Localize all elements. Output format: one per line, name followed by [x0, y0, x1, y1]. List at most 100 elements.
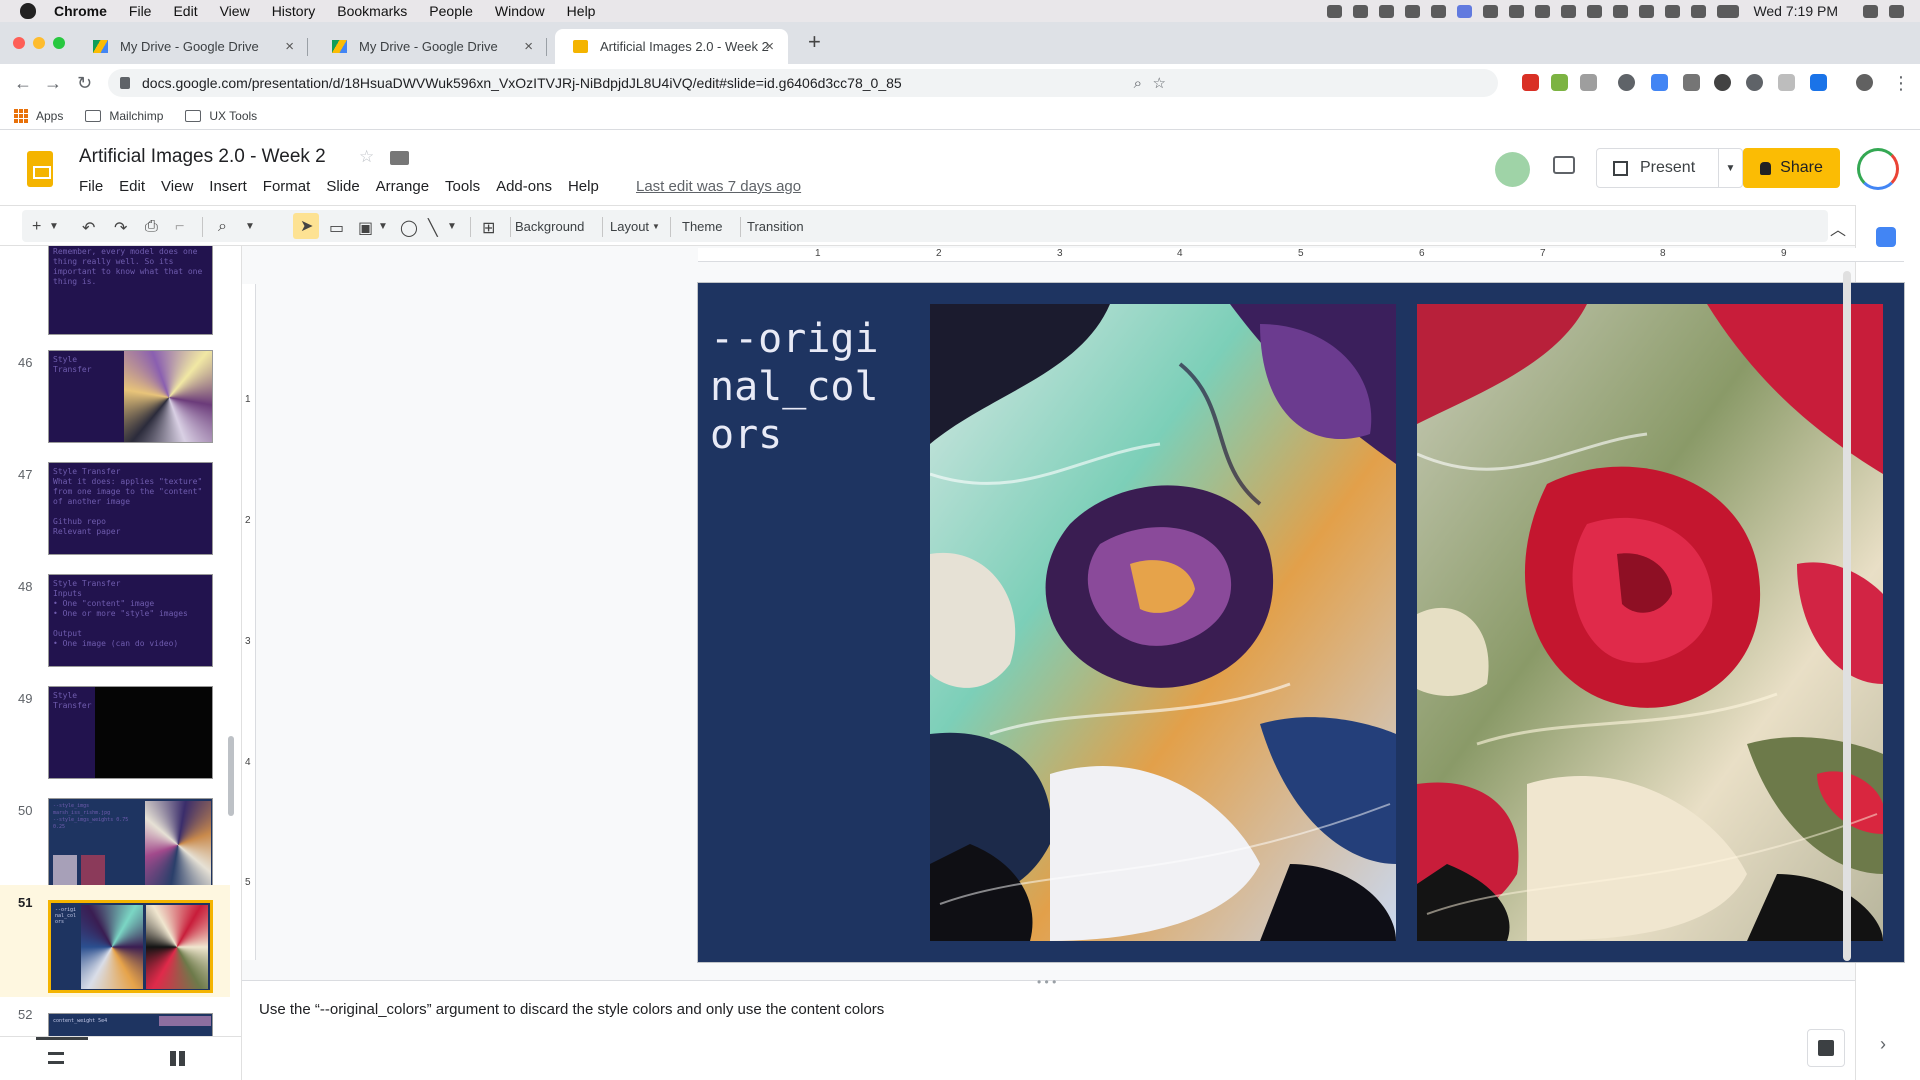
- filmstrip-scrollbar[interactable]: [228, 736, 234, 816]
- extension-pinterest-icon[interactable]: [1746, 74, 1763, 91]
- style-transfer-image-stylized[interactable]: [930, 304, 1396, 941]
- star-icon[interactable]: ☆: [359, 147, 374, 167]
- wifi-icon[interactable]: [1691, 4, 1707, 18]
- collaborator-avatar[interactable]: [1495, 152, 1530, 187]
- new-slide-icon[interactable]: +: [32, 218, 41, 236]
- slide-thumb[interactable]: --style_imgs marsh_iss_rishm.jpg --style…: [48, 798, 213, 891]
- profile-avatar[interactable]: [1856, 74, 1873, 91]
- vertical-ruler[interactable]: 1 2 3 4 5: [242, 284, 256, 960]
- tray-camera-icon[interactable]: [1535, 4, 1551, 18]
- layout-dropdown-icon[interactable]: ▼: [652, 222, 660, 231]
- close-icon[interactable]: ×: [765, 38, 774, 55]
- tray-record-icon[interactable]: [1327, 4, 1343, 18]
- extension-light-icon[interactable]: [1778, 74, 1795, 91]
- back-icon[interactable]: ←: [14, 73, 32, 94]
- slides-logo-icon[interactable]: [27, 151, 53, 187]
- background-button[interactable]: Background: [515, 219, 584, 234]
- new-tab-button[interactable]: +: [808, 29, 821, 55]
- mac-menu-file[interactable]: File: [129, 3, 152, 19]
- slide-thumbnail-48[interactable]: 48 Style Transfer Inputs • One "content"…: [0, 569, 230, 681]
- tray-window-icon[interactable]: [1379, 4, 1395, 18]
- menu-insert[interactable]: Insert: [209, 178, 247, 195]
- bookmark-star-icon[interactable]: ☆: [1153, 74, 1166, 92]
- slide-thumbnail-46[interactable]: 46 Style Transfer: [0, 345, 230, 457]
- mac-menu-people[interactable]: People: [429, 3, 473, 19]
- bookmark-ux-tools[interactable]: UX Tools: [185, 109, 257, 123]
- slide-thumb[interactable]: Style Transfer: [48, 686, 213, 779]
- slide-thumb[interactable]: Remember, every model does one thing rea…: [48, 246, 213, 335]
- tray-globe-icon[interactable]: [1509, 4, 1525, 18]
- tray-circle-icon[interactable]: [1561, 4, 1577, 18]
- layout-button[interactable]: Layout: [610, 219, 649, 234]
- tray-dropbox-icon[interactable]: [1353, 4, 1369, 18]
- slide-thumb-selected[interactable]: --origi nal_col ors: [48, 900, 213, 993]
- theme-button[interactable]: Theme: [682, 219, 722, 234]
- menu-slide[interactable]: Slide: [326, 178, 359, 195]
- speaker-notes[interactable]: • • • Use the “--original_colors” argume…: [242, 975, 1855, 1080]
- undo-icon[interactable]: ↶: [82, 218, 95, 238]
- browser-tab-slides[interactable]: Artificial Images 2.0 - Week 2 ×: [555, 29, 788, 64]
- bookmark-label[interactable]: Apps: [36, 109, 63, 123]
- chrome-menu-icon[interactable]: ⋮: [1892, 73, 1910, 94]
- print-icon[interactable]: ⎙: [145, 218, 158, 236]
- new-slide-dropdown-icon[interactable]: ▼: [49, 221, 59, 232]
- window-minimize-button[interactable]: [33, 37, 45, 49]
- slide-thumb[interactable]: Style Transfer What it does: applies "te…: [48, 462, 213, 555]
- battery-icon[interactable]: [1717, 4, 1740, 18]
- window-close-button[interactable]: [13, 37, 25, 49]
- present-button[interactable]: Present ▼: [1596, 148, 1743, 188]
- extension-leaf-icon[interactable]: [1551, 74, 1568, 91]
- side-panel-toggle-icon[interactable]: ›: [1880, 1034, 1886, 1055]
- browser-tab-drive-2[interactable]: My Drive - Google Drive ×: [314, 29, 547, 64]
- address-bar[interactable]: docs.google.com/presentation/d/18HsuaDWV…: [108, 69, 1498, 97]
- style-transfer-image-original-colors[interactable]: [1417, 304, 1883, 941]
- slide-thumb[interactable]: Style Transfer Inputs • One "content" im…: [48, 574, 213, 667]
- add-comment-icon[interactable]: ⊞: [482, 218, 495, 238]
- mac-menu-view[interactable]: View: [220, 3, 250, 19]
- slide-thumb[interactable]: Style Transfer: [48, 350, 213, 443]
- mac-menu-history[interactable]: History: [272, 3, 316, 19]
- tray-app-icon[interactable]: [1457, 4, 1473, 18]
- mac-menu-bookmarks[interactable]: Bookmarks: [337, 3, 407, 19]
- horizontal-ruler[interactable]: 1 2 3 4 5 6 7 8 9: [698, 248, 1904, 262]
- explore-button[interactable]: [1807, 1029, 1845, 1067]
- canvas-scrollbar[interactable]: [1843, 271, 1851, 961]
- zoom-dropdown-icon[interactable]: ▼: [245, 221, 255, 232]
- mac-menu-chrome[interactable]: Chrome: [54, 3, 107, 19]
- slide-thumb[interactable]: content_weight 5e4: [48, 1013, 213, 1036]
- apple-icon[interactable]: [20, 3, 36, 19]
- image-dropdown-icon[interactable]: ▼: [378, 221, 388, 232]
- extension-camera-icon[interactable]: [1683, 74, 1700, 91]
- reload-icon[interactable]: ↻: [77, 73, 92, 94]
- transition-button[interactable]: Transition: [747, 219, 804, 234]
- menu-tools[interactable]: Tools: [445, 178, 480, 195]
- paint-format-icon[interactable]: ⌐: [175, 218, 184, 236]
- browser-tab-drive-1[interactable]: My Drive - Google Drive ×: [75, 29, 308, 64]
- menu-edit[interactable]: Edit: [119, 178, 145, 195]
- mac-menu-window[interactable]: Window: [495, 3, 545, 19]
- notes-resize-handle[interactable]: • • •: [1037, 975, 1056, 989]
- extension-download-icon[interactable]: [1810, 74, 1827, 91]
- close-icon[interactable]: ×: [524, 38, 533, 55]
- last-edit-link[interactable]: Last edit was 7 days ago: [636, 178, 801, 195]
- current-slide[interactable]: --original_colors: [697, 282, 1905, 963]
- bookmark-mailchimp[interactable]: Mailchimp: [85, 109, 163, 123]
- extension-blue-icon[interactable]: [1651, 74, 1668, 91]
- tray-moon-icon[interactable]: [1587, 4, 1603, 18]
- extension-gray-icon[interactable]: [1580, 74, 1597, 91]
- menu-format[interactable]: Format: [263, 178, 311, 195]
- image-icon[interactable]: ▣: [358, 218, 373, 238]
- shape-icon[interactable]: ◯: [400, 218, 418, 238]
- menu-arrange[interactable]: Arrange: [376, 178, 429, 195]
- extension-dark-icon[interactable]: [1714, 74, 1731, 91]
- tray-cloud-icon[interactable]: [1405, 4, 1421, 18]
- slide-thumbnail-51[interactable]: 51 --origi nal_col ors: [0, 885, 230, 997]
- extension-pdf-icon[interactable]: [1522, 74, 1539, 91]
- zoom-icon[interactable]: ⌕: [1134, 75, 1142, 92]
- menu-view[interactable]: View: [161, 178, 193, 195]
- line-dropdown-icon[interactable]: ▼: [447, 221, 457, 232]
- mac-menu-help[interactable]: Help: [567, 3, 596, 19]
- window-zoom-button[interactable]: [53, 37, 65, 49]
- move-folder-icon[interactable]: [390, 151, 409, 165]
- bookmark-label[interactable]: UX Tools: [209, 109, 257, 123]
